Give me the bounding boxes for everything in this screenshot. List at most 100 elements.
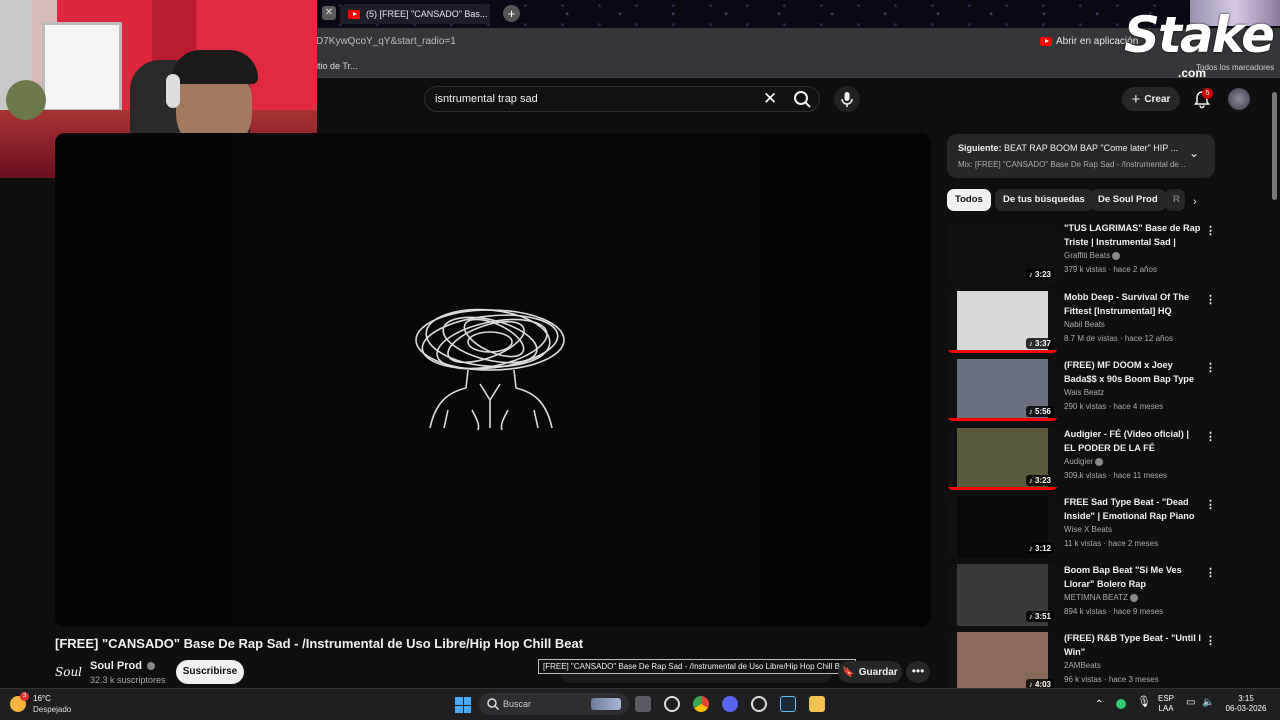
video-thumbnail[interactable]: ♪ 3:51	[947, 564, 1058, 626]
search-highlight-icon	[591, 698, 621, 710]
video-thumbnail[interactable]: ♪ 5:56	[947, 359, 1058, 421]
more-vert-icon[interactable]: ⋮	[1205, 293, 1216, 306]
chevron-down-icon[interactable]: ⌄	[1189, 146, 1199, 160]
video-meta: 379 k vistas · hace 2 años	[1064, 265, 1157, 274]
network-icon[interactable]: ▭	[1186, 698, 1195, 708]
chip-partial[interactable]: R	[1165, 189, 1185, 211]
duration-badge: ♪ 3:37	[1025, 338, 1054, 349]
video-meta: 894 k vistas · hace 9 meses	[1064, 607, 1164, 616]
verified-icon	[1095, 457, 1104, 466]
microphone-icon	[841, 92, 853, 107]
mix-playlist-panel[interactable]: Siguiente: BEAT RAP BOOM BAP "Come later…	[947, 134, 1215, 178]
clock[interactable]: 3:15 06-03-2026	[1218, 694, 1274, 714]
tray-chevron-icon[interactable]: ⌃	[1095, 700, 1103, 710]
video-title[interactable]: Audigier - FÉ (Video oficial) | EL PODER…	[1064, 428, 1202, 455]
more-vert-icon[interactable]: ⋮	[1205, 430, 1216, 443]
more-vert-icon[interactable]: ⋮	[1205, 634, 1216, 647]
list-item[interactable]: ♪ 3:51 Boom Bap Beat "Si Me Ves Llorar" B…	[947, 564, 1216, 628]
channel-name[interactable]: Soul Prod	[90, 660, 156, 672]
taskbar-search-label: Buscar	[503, 699, 532, 709]
up-next-title: BEAT RAP BOOM BAP "Come later" HIP ...	[1004, 143, 1178, 153]
list-item[interactable]: ♪ 3:37 Mobb Deep - Survival Of The Fittes…	[947, 291, 1216, 355]
verified-icon	[1129, 593, 1138, 602]
video-title[interactable]: Boom Bap Beat "Si Me Ves Llorar" Bolero …	[1064, 564, 1202, 591]
windows-start-icon[interactable]	[455, 697, 471, 713]
notification-badge: 5	[1202, 88, 1213, 99]
search-input[interactable]: isntrumental trap sad	[435, 93, 538, 105]
video-thumbnail[interactable]: ♪ 3:23	[947, 222, 1058, 284]
more-vert-icon[interactable]: ⋮	[1205, 224, 1216, 237]
browser-tab-active[interactable]: (5) [FREE] "CANSADO" Bas... 🔊	[340, 4, 490, 24]
chip-todos[interactable]: Todos	[947, 189, 991, 211]
list-item[interactable]: ♪ 3:23 "TUS LAGRIMAS" Base de Rap Triste …	[947, 222, 1216, 286]
avatar[interactable]	[1228, 88, 1250, 110]
tab-close-icon[interactable]: ✕	[322, 6, 336, 20]
channel-name-text: 2AMBeats	[1064, 661, 1101, 670]
more-vert-icon[interactable]: ⋮	[1205, 361, 1216, 374]
video-title[interactable]: FREE Sad Type Beat - "Dead Inside" | Emo…	[1064, 496, 1202, 523]
channel-name[interactable]: METIMNA BEATZ	[1064, 593, 1138, 602]
media-player-icon[interactable]	[751, 696, 767, 712]
taskbar-search[interactable]: Buscar	[479, 693, 629, 715]
volume-icon[interactable]: 🔈	[1202, 698, 1214, 708]
search-button[interactable]	[786, 86, 820, 112]
video-thumbnail[interactable]: ♪ 3:12	[947, 496, 1058, 558]
file-explorer-icon[interactable]	[809, 696, 825, 712]
tray-status-icon[interactable]	[1116, 699, 1126, 709]
chevron-right-icon[interactable]: ›	[1193, 196, 1197, 208]
video-title[interactable]: (FREE) MF DOOM x Joey Bada$$ x 90s Boom …	[1064, 359, 1202, 386]
channel-avatar[interactable]: Soul	[55, 660, 83, 684]
list-item[interactable]: ♪ 4:03 (FREE) R&B Type Beat - "Until I Wi…	[947, 632, 1216, 696]
chip-de-tus-busquedas[interactable]: De tus búsquedas	[995, 189, 1093, 211]
video-meta: 96 k vistas · hace 3 meses	[1064, 675, 1159, 684]
chip-de-soul-prod[interactable]: De Soul Prod	[1090, 189, 1166, 211]
weather-condition[interactable]: Despejado	[33, 705, 71, 714]
steam-like-icon[interactable]	[664, 696, 680, 712]
weather-temperature[interactable]: 16°C	[33, 694, 51, 703]
video-thumbnail[interactable]: ♪ 3:37	[947, 291, 1058, 353]
voice-search-button[interactable]	[834, 86, 860, 112]
clear-search-icon[interactable]: ✕	[763, 89, 777, 109]
youtube-favicon-icon	[348, 9, 360, 19]
list-item[interactable]: ♪ 5:56 (FREE) MF DOOM x Joey Bada$$ x 90s…	[947, 359, 1216, 423]
chrome-icon[interactable]	[693, 696, 709, 712]
video-thumbnail[interactable]: ♪ 3:23	[947, 428, 1058, 490]
subscribe-button[interactable]: Suscribirse	[176, 660, 244, 684]
save-button[interactable]: 🔖 Guardar	[838, 661, 902, 683]
new-tab-button[interactable]: +	[503, 5, 520, 22]
channel-name[interactable]: Wise X Beats	[1064, 525, 1112, 534]
time: 3:15	[1238, 694, 1254, 703]
keyboard-language[interactable]: ESP LAA	[1158, 694, 1174, 714]
more-actions-button[interactable]: •••	[906, 661, 930, 683]
list-item[interactable]: ♪ 3:12 FREE Sad Type Beat - "Dead Inside"…	[947, 496, 1216, 560]
bookmark-item[interactable]: itio de Tr...	[316, 61, 358, 71]
video-title[interactable]: Mobb Deep - Survival Of The Fittest [Ins…	[1064, 291, 1202, 318]
video-thumbnail[interactable]: ♪ 4:03	[947, 632, 1058, 694]
list-item[interactable]: ♪ 3:23 Audigier - FÉ (Video oficial) | EL…	[947, 428, 1216, 492]
video-meta: 309 k vistas · hace 11 meses	[1064, 471, 1168, 480]
channel-name[interactable]: Wais Beatz	[1064, 388, 1104, 397]
url-text[interactable]: D7KywQcoY_qY&start_radio=1	[316, 36, 456, 47]
verified-icon	[1112, 251, 1121, 260]
all-bookmarks-link[interactable]: Todos los marcadores	[1196, 63, 1274, 72]
create-button[interactable]: + Crear	[1122, 87, 1180, 111]
channel-name-text: METIMNA BEATZ	[1064, 593, 1128, 602]
tray-mic-icon[interactable]: 🎙	[1137, 697, 1151, 708]
duration-badge: ♪ 3:23	[1025, 475, 1054, 486]
channel-name-text: Soul Prod	[90, 660, 142, 672]
discord-icon[interactable]	[722, 696, 738, 712]
channel-name[interactable]: Nabil Beats	[1064, 320, 1105, 329]
search-box[interactable]: isntrumental trap sad ✕	[424, 86, 820, 112]
more-vert-icon[interactable]: ⋮	[1205, 498, 1216, 511]
video-title[interactable]: (FREE) R&B Type Beat - "Until I Win"	[1064, 632, 1202, 659]
page-scrollbar[interactable]	[1272, 92, 1277, 200]
channel-name[interactable]: Audigier	[1064, 457, 1104, 466]
watch-progress-bar	[947, 350, 1058, 353]
steam-icon[interactable]	[780, 696, 796, 712]
channel-name[interactable]: 2AMBeats	[1064, 661, 1101, 670]
more-vert-icon[interactable]: ⋮	[1205, 566, 1216, 579]
task-view-icon[interactable]	[635, 696, 651, 712]
channel-name[interactable]: Graffiti Beats	[1064, 251, 1121, 260]
video-title[interactable]: "TUS LAGRIMAS" Base de Rap Triste | Inst…	[1064, 222, 1202, 249]
stake-logo-domain: .com	[1178, 66, 1207, 80]
